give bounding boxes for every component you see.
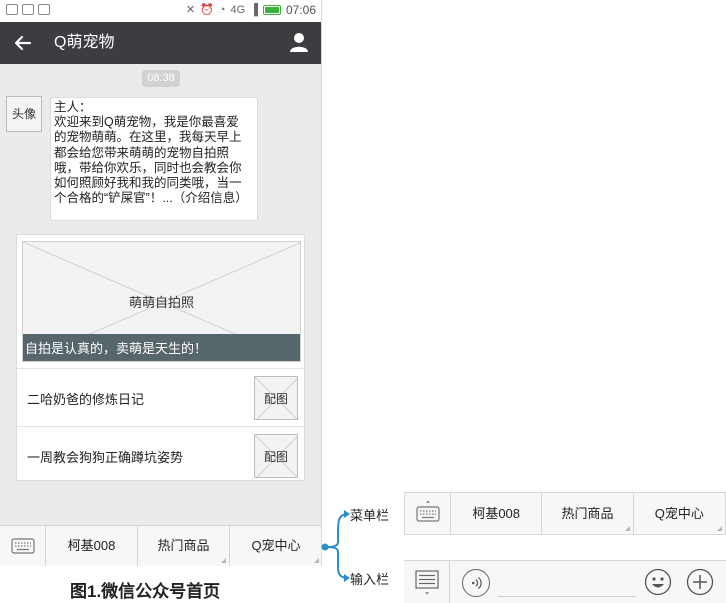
submenu-indicator-icon (716, 526, 722, 531)
menu-item-q-pet-center[interactable]: Q宠中心 (230, 526, 321, 566)
wifi-icon: ◔ (218, 4, 226, 16)
battery-icon (262, 5, 281, 15)
alarm-icon: ⏰ (200, 4, 214, 16)
news-card: 萌萌自拍照 自拍是认真的，卖萌是天生的！ 二哈奶爸的修炼日记 配图 一周教会狗狗… (16, 234, 305, 481)
menu-item-q-pet-center[interactable]: Q宠中心 (634, 493, 725, 534)
submenu-indicator-icon (221, 558, 226, 563)
voice-icon[interactable] (462, 569, 490, 597)
cover-image-label: 萌萌自拍照 (128, 295, 194, 310)
keyboard-icon (416, 500, 440, 522)
submenu-indicator-icon (314, 558, 319, 563)
message-input[interactable] (498, 567, 636, 597)
list-icon (415, 570, 439, 595)
figure-caption: 图1.微信公众号首页 (70, 582, 221, 601)
menu-bar-detail: 柯基008 热门商品 Q宠中心 (404, 492, 726, 535)
avatar[interactable]: 头像 (6, 96, 42, 132)
message-line: 如何照顾好我和我的同类哦，当一 (54, 176, 242, 191)
notification-icons (6, 4, 50, 15)
message-line: 的宠物萌萌。在这里，我每天早上 (54, 130, 242, 145)
news-item[interactable]: 一周教会狗狗正确蹲坑姿势 配图 (17, 426, 304, 484)
menu-item-label: 热门商品 (157, 538, 210, 553)
network-type: 4G (230, 4, 246, 16)
menu-toggle-button[interactable] (404, 561, 450, 603)
message-line: 个合格的“铲屎官”！...（介绍信息） (54, 191, 248, 206)
system-icons: ✕ ⏰ ◔ 4G ▐ 07:06 (186, 3, 316, 17)
news-item-title: 一周教会狗狗正确蹲坑姿势 (27, 450, 184, 465)
plus-icon[interactable] (686, 568, 714, 596)
menu-item-corgi[interactable]: 柯基008 (46, 526, 138, 566)
keyboard-icon (11, 538, 35, 554)
menu-item-corgi[interactable]: 柯基008 (451, 493, 543, 534)
thumbnail-label: 配图 (263, 392, 288, 406)
signal-icon: ▐ (250, 4, 258, 16)
notification-icon (22, 4, 34, 15)
keyboard-toggle-button[interactable] (405, 493, 451, 534)
message-line: 主人： (54, 100, 92, 114)
submenu-indicator-icon (624, 526, 630, 531)
status-time: 07:06 (285, 3, 316, 17)
menu-item-label: Q宠中心 (251, 538, 301, 553)
message-timestamp: 08:38 (142, 70, 180, 87)
notification-icon (6, 4, 18, 15)
back-arrow-icon[interactable] (12, 32, 34, 54)
menu-item-label: 热门商品 (561, 506, 614, 521)
input-bar-annotation: 输入栏 (350, 572, 390, 587)
emoji-icon[interactable] (644, 568, 672, 596)
message-line: 欢迎来到Q萌宠物，我是你最喜爱 (54, 115, 239, 130)
keyboard-toggle-button[interactable] (0, 526, 46, 566)
welcome-message-bubble: 主人： 欢迎来到Q萌宠物，我是你最喜爱 的宠物萌萌。在这里，我每天早上 都会给您… (50, 97, 258, 221)
menu-bar-annotation: 菜单栏 (350, 508, 390, 523)
thumbnail-label: 配图 (263, 450, 288, 464)
message-line: 哦，带给你欢乐，同时也会教会你 (54, 160, 242, 175)
news-item-thumbnail: 配图 (254, 434, 298, 478)
notification-icon (38, 4, 50, 15)
cover-caption: 自拍是认真的，卖萌是天生的！ (23, 334, 300, 361)
news-item-title: 二哈奶爸的修炼日记 (27, 392, 145, 407)
input-bar (404, 560, 726, 603)
page-title: Q萌宠物 (54, 34, 115, 51)
mute-icon: ✕ (185, 4, 196, 16)
menu-item-label: Q宠中心 (654, 506, 704, 521)
title-bar: Q萌宠物 (0, 22, 321, 64)
user-icon[interactable] (288, 31, 310, 53)
menu-item-hot-products[interactable]: 热门商品 (138, 526, 230, 566)
status-bar: ✕ ⏰ ◔ 4G ▐ 07:06 (0, 0, 321, 22)
news-item[interactable]: 二哈奶爸的修炼日记 配图 (17, 368, 304, 426)
menu-item-hot-products[interactable]: 热门商品 (542, 493, 634, 534)
menu-bar: 柯基008 热门商品 Q宠中心 (0, 525, 321, 566)
news-cover[interactable]: 萌萌自拍照 自拍是认真的，卖萌是天生的！ (22, 241, 301, 362)
message-line: 都会给您带来萌萌的宠物自拍照 (54, 145, 230, 160)
annotation-bracket (321, 510, 350, 582)
news-item-thumbnail: 配图 (254, 376, 298, 420)
phone-screen: ✕ ⏰ ◔ 4G ▐ 07:06 Q萌宠物 08:38 头像 主人： 欢迎来到Q… (0, 0, 322, 566)
